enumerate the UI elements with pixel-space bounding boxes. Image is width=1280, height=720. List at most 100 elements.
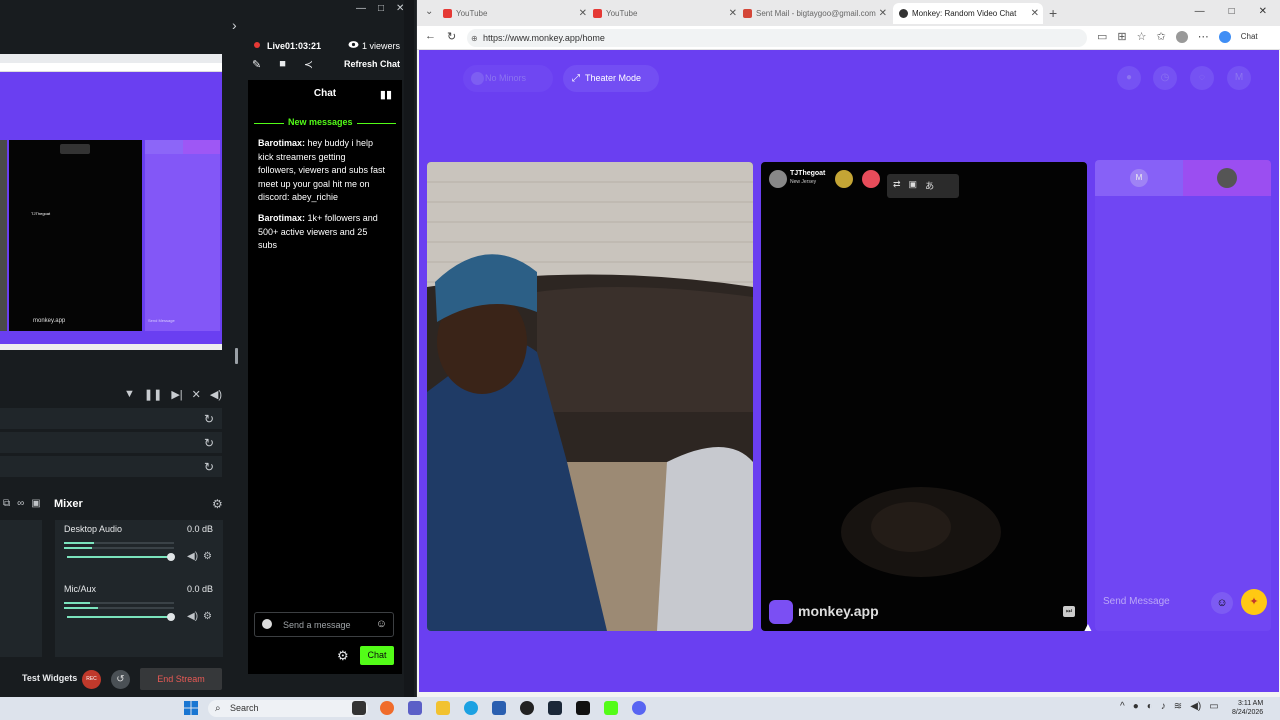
tab-monkey[interactable]: Monkey: Random Video Chat ✕ xyxy=(893,3,1043,24)
close-icon[interactable]: ✕ xyxy=(729,3,737,24)
close-icon[interactable]: ✕ xyxy=(1259,6,1267,17)
record-button[interactable]: REC xyxy=(82,670,101,689)
gear-icon[interactable]: ⚙ xyxy=(337,648,349,664)
no-minors-toggle[interactable]: No Minors xyxy=(463,65,553,92)
store-icon[interactable] xyxy=(492,701,506,715)
send-message-input[interactable]: Send Message xyxy=(1103,596,1170,607)
chevron-right-icon[interactable]: › xyxy=(232,18,244,32)
apps-icon[interactable]: ⊞ xyxy=(1117,30,1126,43)
close-icon[interactable]: ✕ xyxy=(879,3,887,24)
camera-icon[interactable]: ▭ xyxy=(1097,30,1107,43)
messages-icon[interactable]: ◌ xyxy=(1190,66,1214,90)
minimize-icon[interactable]: — xyxy=(356,3,366,14)
new-tab-icon[interactable]: + xyxy=(1049,5,1057,21)
discord-icon[interactable] xyxy=(632,701,646,715)
emoji-icon[interactable]: ☺ xyxy=(1211,592,1233,614)
maximize-icon[interactable]: □ xyxy=(378,3,384,14)
screen-icon[interactable]: ▣ xyxy=(909,179,918,193)
windows-start-icon[interactable] xyxy=(184,701,198,715)
skip-icon[interactable]: ⏭ xyxy=(1063,606,1075,617)
translate-icon[interactable]: あ xyxy=(925,179,934,193)
chevron-up-icon[interactable]: ^ xyxy=(1120,701,1125,712)
camera-icon[interactable]: ■ xyxy=(279,58,286,71)
coin-icon[interactable]: ● xyxy=(1117,66,1141,90)
system-clock[interactable]: 3:11 AM 8/24/2026 xyxy=(1232,699,1263,717)
slider-knob[interactable] xyxy=(167,553,175,561)
mic-aux-slider[interactable] xyxy=(67,613,175,621)
chat-tab-remote[interactable] xyxy=(1183,160,1271,196)
gift-icon[interactable]: ✦ xyxy=(1241,589,1267,615)
replay-button[interactable]: ↺ xyxy=(111,670,130,689)
microphone-icon[interactable]: ♪ xyxy=(1161,701,1166,712)
copilot-chat-label[interactable]: Chat xyxy=(1241,32,1258,41)
share-icon[interactable]: ≺ xyxy=(304,58,313,71)
link-icon[interactable]: ∞ xyxy=(17,498,24,509)
source-row[interactable]: ↻ xyxy=(0,408,222,430)
tab-youtube[interactable]: YouTube ✕ xyxy=(593,3,741,24)
close-icon[interactable]: ✕ xyxy=(1031,3,1039,24)
swap-camera-icon[interactable]: ⇄ xyxy=(893,179,901,193)
tab-gmail[interactable]: Sent Mail - bigtaygoo@gmail.com ✕ xyxy=(743,3,891,24)
history-icon[interactable]: ◷ xyxy=(1153,66,1177,90)
volume-icon[interactable]: ◀) xyxy=(1190,701,1201,712)
more-icon[interactable]: ⋯ xyxy=(1198,30,1209,43)
volume-icon[interactable]: ◀) xyxy=(210,388,222,401)
chat-username[interactable]: Barotimax: xyxy=(258,138,305,148)
steam-icon[interactable] xyxy=(548,701,562,715)
task-view-icon[interactable] xyxy=(352,701,366,715)
profile-avatar[interactable]: M xyxy=(1227,66,1251,90)
remote-user-avatar[interactable] xyxy=(769,170,787,188)
copilot-app-icon[interactable] xyxy=(380,701,394,715)
url-field[interactable]: ⊕ https://www.monkey.app/home xyxy=(467,29,1087,47)
close-icon[interactable]: ✕ xyxy=(579,3,587,24)
wifi-icon[interactable]: ≋ xyxy=(1174,701,1182,712)
teams-icon[interactable] xyxy=(408,701,422,715)
reset-icon[interactable]: ↻ xyxy=(204,436,214,450)
refresh-chat-button[interactable]: Refresh Chat xyxy=(344,59,400,69)
mute-icon[interactable]: ✕ xyxy=(192,388,201,401)
profile-icon[interactable] xyxy=(1175,30,1188,43)
speaker-icon[interactable]: ◀) xyxy=(187,551,198,562)
end-stream-button[interactable]: End Stream xyxy=(140,668,222,690)
refresh-icon[interactable]: ↻ xyxy=(447,30,456,43)
chat-send-button[interactable]: Chat xyxy=(360,646,394,665)
battery-icon[interactable]: ▭ xyxy=(1209,701,1218,712)
test-widgets-button[interactable]: Test Widgets xyxy=(22,673,77,683)
minimize-icon[interactable]: — xyxy=(1195,6,1205,17)
taskbar-search[interactable]: ⌕ Search xyxy=(208,700,368,717)
tab-actions-icon[interactable]: ⌄ xyxy=(425,6,433,17)
pause-icon[interactable]: ❚❚ xyxy=(144,388,162,401)
favorites-icon[interactable]: ✩ xyxy=(1157,30,1166,43)
chat-input[interactable]: Send a message ☺ xyxy=(254,612,394,637)
preview-canvas[interactable]: TJThegoat monkey.app Send Message xyxy=(0,54,222,350)
gear-icon[interactable]: ⚙ xyxy=(203,611,212,622)
chat-username[interactable]: Barotimax: xyxy=(258,213,305,223)
source-row[interactable]: ↻ xyxy=(0,456,222,478)
gift-badge-icon[interactable] xyxy=(862,170,880,188)
chat-tab-me[interactable]: M xyxy=(1095,160,1183,196)
obs-icon[interactable] xyxy=(520,701,534,715)
file-explorer-icon[interactable] xyxy=(436,701,450,715)
tab-youtube[interactable]: YouTube ✕ xyxy=(443,3,591,24)
edge-icon[interactable] xyxy=(464,701,478,715)
desktop-audio-slider[interactable] xyxy=(67,553,175,561)
emoji-icon[interactable]: ☺ xyxy=(376,618,387,630)
gear-icon[interactable]: ⚙ xyxy=(212,497,223,511)
slider-knob[interactable] xyxy=(167,613,175,621)
reset-icon[interactable]: ↻ xyxy=(204,412,214,426)
back-icon[interactable]: ← xyxy=(425,30,436,42)
app-icon[interactable] xyxy=(576,701,590,715)
theater-mode-button[interactable]: ⤢ Theater Mode xyxy=(563,65,659,92)
heart-badge-icon[interactable] xyxy=(835,170,853,188)
maximize-icon[interactable]: □ xyxy=(1229,6,1235,17)
copilot-icon[interactable] xyxy=(1218,30,1231,43)
kick-icon[interactable] xyxy=(604,701,618,715)
people-icon[interactable]: ▮▮ xyxy=(380,88,392,101)
remote-user-name[interactable]: TJThegoat xyxy=(790,170,825,177)
filter-icon[interactable]: ▼ xyxy=(124,388,135,400)
copy-icon[interactable]: ⧉ xyxy=(3,498,10,509)
speaker-icon[interactable]: ◀) xyxy=(187,611,198,622)
source-row[interactable]: ↻ xyxy=(0,432,222,454)
preview-scrollbar[interactable] xyxy=(235,348,238,364)
gear-icon[interactable]: ⚙ xyxy=(203,551,212,562)
